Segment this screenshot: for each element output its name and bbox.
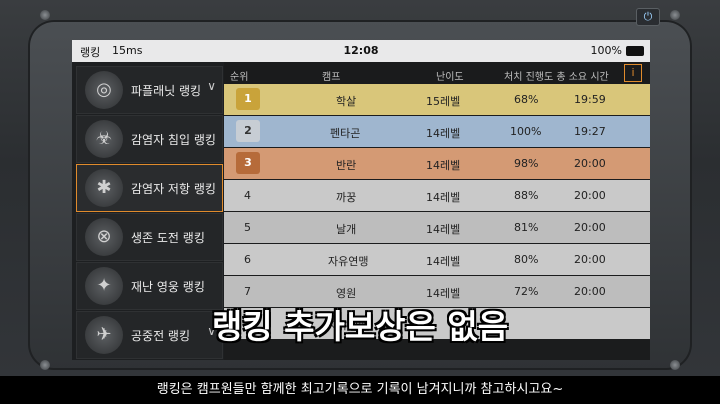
cell-rank: 6 [244, 253, 251, 266]
cell-progress: 68% [514, 93, 539, 106]
cell-time: 20:00 [574, 253, 606, 266]
radar-emblem-icon: ◎ [85, 71, 123, 109]
status-bar: 랭킹 15ms 12:08 100% [72, 40, 650, 62]
cell-rank: 5 [244, 221, 251, 234]
cell-time: 20:00 [574, 221, 606, 234]
sidebar-item-label: 재난 영웅 랭킹 [131, 280, 205, 294]
cell-time: 19:59 [574, 93, 606, 106]
silver-medal-icon: 2 [236, 120, 260, 142]
video-subtitle: 랭킹은 캠프원들만 함께한 최고기록으로 기록이 남겨지니까 참고하시고요~ [0, 376, 720, 404]
cell-time: 20:00 [574, 157, 606, 170]
bolt-icon [670, 360, 680, 370]
table-row[interactable]: 5 날개 14레벨 81% 20:00 [224, 212, 650, 243]
sidebar-item-planet-ranking[interactable]: ◎ 파플래닛 랭킹 ∨ [76, 66, 223, 114]
cell-camp: 영원 [336, 287, 357, 300]
cell-progress: 100% [510, 125, 542, 138]
table-row[interactable]: 4 까꿍 14레벨 88% 20:00 [224, 180, 650, 211]
cell-time: 20:00 [574, 285, 606, 298]
cell-progress: 81% [514, 221, 539, 234]
sidebar-item-label: 감염자 저항 랭킹 [131, 182, 216, 196]
sidebar-item-infection-invasion[interactable]: ☣ 감염자 침입 랭킹 [76, 115, 223, 163]
cell-difficulty: 14레벨 [426, 255, 461, 268]
cell-difficulty: 14레벨 [426, 159, 461, 172]
table-row[interactable]: 6 자유연맹 14레벨 80% 20:00 [224, 244, 650, 275]
cell-camp: 반란 [336, 159, 357, 172]
status-battery: 100% [590, 44, 622, 57]
cell-time: 20:00 [574, 189, 606, 202]
sidebar-item-label: 생존 도전 랭킹 [131, 231, 205, 245]
cell-camp: 펜타곤 [330, 127, 361, 140]
info-button[interactable]: i [624, 64, 642, 82]
bolt-icon [40, 10, 50, 20]
table-header: 순위 캠프 난이도 처치 진행도 총 소요 시간 i [224, 62, 650, 84]
bronze-medal-icon: 3 [236, 152, 260, 174]
header-rank: 순위 [230, 72, 249, 83]
sidebar-item-label: 감염자 침입 랭킹 [131, 133, 216, 147]
header-progress-time: 처치 진행도 총 소요 시간 [504, 72, 609, 83]
cell-difficulty: 15레벨 [426, 95, 461, 108]
sidebar-item-survival-challenge[interactable]: ⊗ 생존 도전 랭킹 [76, 213, 223, 261]
cell-camp: 학살 [336, 95, 357, 108]
gold-medal-icon: 1 [236, 88, 260, 110]
status-time: 12:08 [343, 44, 379, 57]
chevron-down-icon: ∨ [207, 79, 216, 93]
cell-camp: 까꿍 [336, 191, 357, 204]
cell-camp: 날개 [336, 223, 357, 236]
cell-progress: 72% [514, 285, 539, 298]
table-row[interactable]: 1 학살 15레벨 68% 19:59 [224, 84, 650, 115]
power-button[interactable]: ⏻ [636, 8, 660, 26]
header-difficulty: 난이도 [436, 72, 464, 83]
status-carrier: 랭킹 [80, 46, 101, 59]
gasmask-emblem-icon: ⊗ [85, 218, 123, 256]
biohazard-emblem-icon: ☣ [85, 120, 123, 158]
cell-difficulty: 14레벨 [426, 287, 461, 300]
sidebar-item-label: 파플래닛 랭킹 [131, 84, 202, 98]
cell-rank: 4 [244, 189, 251, 202]
cell-camp: 자유연맹 [328, 255, 369, 268]
cell-difficulty: 14레벨 [426, 223, 461, 236]
status-signal: 15ms [112, 44, 143, 57]
cell-difficulty: 14레벨 [426, 127, 461, 140]
cell-rank: 7 [244, 285, 251, 298]
bolt-icon [670, 10, 680, 20]
table-row[interactable]: 2 펜타곤 14레벨 100% 19:27 [224, 116, 650, 147]
sidebar-item-infection-resistance[interactable]: ✱ 감염자 저항 랭킹 [76, 164, 223, 212]
header-camp: 캠프 [322, 72, 341, 83]
battery-icon [626, 46, 644, 56]
table-row[interactable]: 3 반란 14레벨 98% 20:00 [224, 148, 650, 179]
cell-progress: 80% [514, 253, 539, 266]
cell-progress: 98% [514, 157, 539, 170]
spider-emblem-icon: ✱ [85, 169, 123, 207]
cell-time: 19:27 [574, 125, 606, 138]
bolt-icon [40, 360, 50, 370]
cell-difficulty: 14레벨 [426, 191, 461, 204]
cell-progress: 88% [514, 189, 539, 202]
overlay-caption: 랭킹 추가보상은 없음 [211, 307, 509, 346]
